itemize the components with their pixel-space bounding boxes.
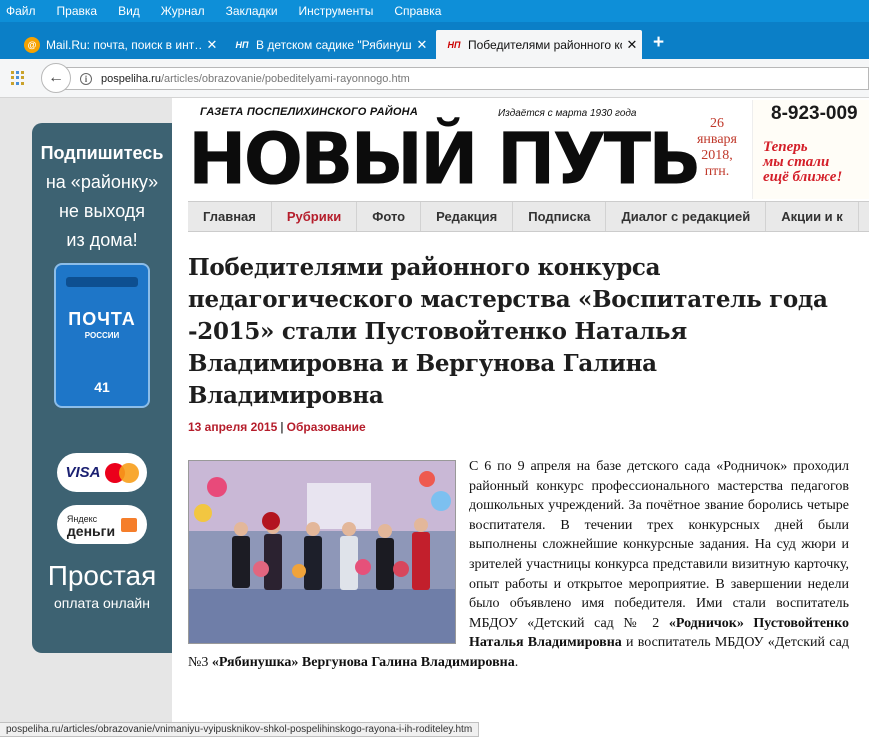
nav-subscription[interactable]: Подписка (513, 202, 607, 231)
close-icon[interactable]: ✕ (622, 37, 642, 53)
tab-bar: @ Mail.Ru: почта, поиск в инт… ✕ НП В де… (0, 22, 869, 59)
visa-mastercard-logo: VISA (57, 453, 147, 492)
newspaper-logo[interactable]: НОВЫЙ ПУТЬ (188, 118, 702, 200)
nav-promotions[interactable]: Акции и к (766, 202, 859, 231)
url-text: pospeliha.ru/articles/obrazovanie/pobedi… (101, 72, 410, 85)
phone-ad-banner[interactable]: 8-923-009 Теперь мы стали ещё ближе! (752, 100, 869, 199)
tab-mailru[interactable]: @ Mail.Ru: почта, поиск в инт… ✕ (14, 30, 222, 59)
tab-rjabinushka[interactable]: НП В детском садике "Рябинуш… ✕ (224, 30, 432, 59)
apps-grid-icon[interactable] (11, 71, 25, 85)
ad-slogan: Теперь мы стали ещё ближе! (763, 139, 843, 185)
newspaper-np-icon: НП (235, 39, 249, 50)
nav-editorial[interactable]: Редакция (421, 202, 514, 231)
info-icon[interactable]: i (80, 72, 92, 85)
main-content: ГАЗЕТА ПОСПЕЛИХИНСКОГО РАЙОНА Издаётся с… (172, 98, 869, 737)
menu-bookmarks[interactable]: Закладки (226, 4, 278, 18)
menu-view[interactable]: Вид (118, 4, 140, 18)
wallet-icon (121, 517, 138, 532)
menu-edit[interactable]: Правка (57, 4, 98, 18)
menu-bar: Файл Правка Вид Журнал Закладки Инструме… (0, 0, 869, 22)
banner-footer-title: Простая (47, 560, 157, 591)
nav-photo[interactable]: Фото (357, 202, 422, 231)
tab-title: Победителями районного ко… (468, 37, 622, 52)
banner-heading: Подпишитесь на «районку» не выходя из до… (40, 143, 164, 250)
banner-footer-subtitle: оплата онлайн (54, 595, 150, 611)
menu-help[interactable]: Справка (394, 4, 441, 18)
mastercard-icon (104, 462, 139, 483)
tab-current[interactable]: НП Победителями районного ко… ✕ (436, 30, 642, 59)
web-page: Подпишитесь на «районку» не выходя из до… (0, 98, 869, 737)
menu-file[interactable]: Файл (6, 4, 36, 18)
article-meta: 13 апреля 2015 | Образование (188, 420, 366, 434)
phone-number: 8-923-009 (771, 103, 858, 124)
article-headline: Победителями районного конкурса педагоги… (188, 254, 828, 409)
menu-history[interactable]: Журнал (161, 4, 205, 18)
mailbox-image: ПОЧТА РОССИИ 41 (54, 263, 150, 408)
menu-tools[interactable]: Инструменты (299, 4, 374, 18)
tab-title: В детском садике "Рябинуш… (256, 37, 412, 52)
navigation-bar: i pospeliha.ru/articles/obrazovanie/pobe… (0, 59, 869, 98)
current-date: 26 января 2018, птн. (696, 116, 737, 179)
new-tab-button[interactable]: + (653, 32, 664, 54)
article-date: 13 апреля 2015 (188, 420, 278, 434)
address-bar[interactable]: i pospeliha.ru/articles/obrazovanie/pobe… (62, 67, 869, 90)
tab-title: Mail.Ru: почта, поиск в инт… (46, 37, 202, 52)
mailru-icon: @ (24, 36, 40, 53)
arrow-left-icon: ← (48, 69, 64, 86)
back-button[interactable]: ← (41, 63, 71, 93)
nav-rubrics[interactable]: Рубрики (272, 202, 358, 231)
subscription-banner[interactable]: Подпишитесь на «районку» не выходя из до… (32, 123, 172, 653)
newspaper-np-icon: НП (447, 39, 461, 50)
nav-home[interactable]: Главная (188, 202, 272, 231)
article-category[interactable]: Образование (287, 420, 366, 434)
site-navigation: Главная Рубрики Фото Редакция Подписка Д… (188, 201, 869, 232)
article-body: С 6 по 9 апреля на базе детского сада «Р… (188, 459, 849, 670)
status-bar-url: pospeliha.ru/articles/obrazovanie/vniman… (0, 722, 480, 737)
close-icon[interactable]: ✕ (412, 37, 432, 53)
close-icon[interactable]: ✕ (202, 37, 222, 53)
nav-dialog[interactable]: Диалог с редакцией (606, 202, 767, 231)
yandex-money-logo: Яндекс деньги (57, 505, 147, 544)
